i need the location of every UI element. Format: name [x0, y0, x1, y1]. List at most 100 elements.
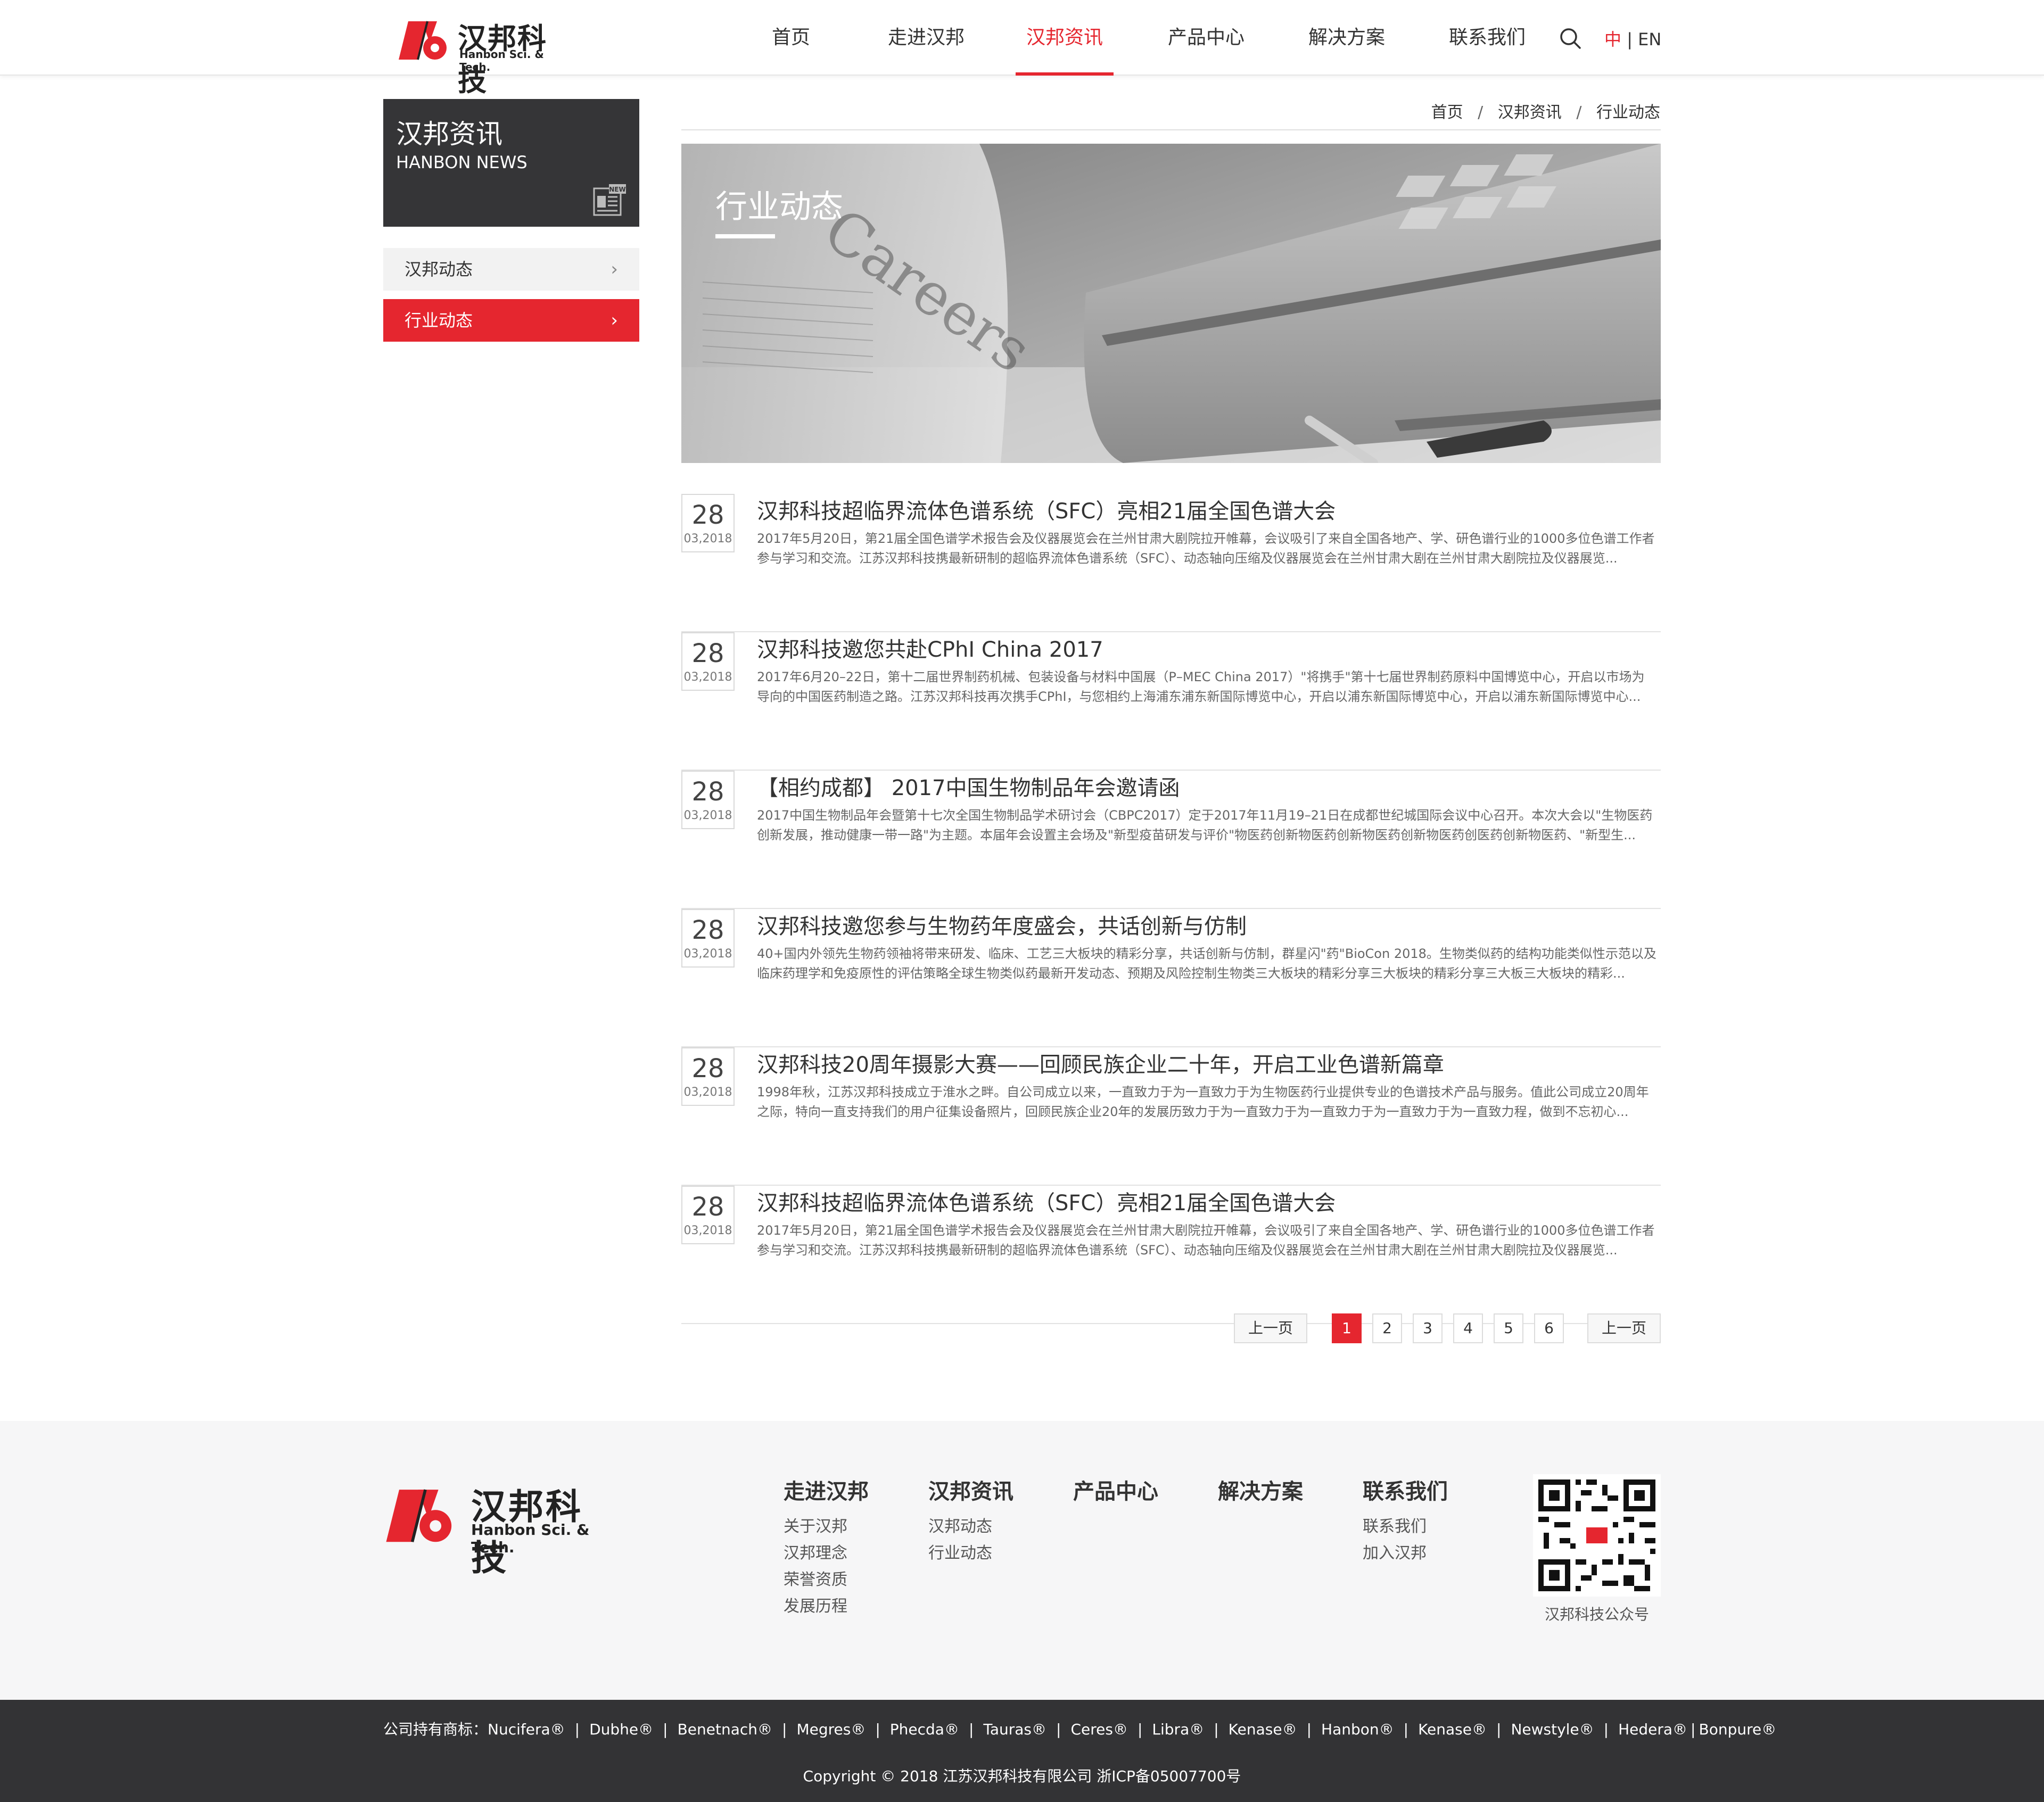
date-month-year: 03,2018: [683, 1224, 732, 1237]
nav-solutions[interactable]: 解决方案: [1304, 0, 1389, 76]
footer-link[interactable]: 加入汉邦: [1363, 1540, 1448, 1567]
footer-link[interactable]: 汉邦理念: [784, 1540, 869, 1567]
trademark-prefix: 公司持有商标：: [383, 1721, 488, 1738]
date-box: 28 03,2018: [681, 909, 735, 968]
footer-link[interactable]: 行业动态: [928, 1540, 1013, 1567]
language-switch: 中 | EN: [1604, 26, 1661, 51]
pagination-page-3[interactable]: 3: [1413, 1313, 1443, 1343]
trademark-item: Phecda®: [889, 1721, 959, 1738]
nav-home[interactable]: 首页: [764, 0, 818, 76]
copyright-text: Copyright © 2018 江苏汉邦科技有限公司 浙ICP备0500770…: [803, 1767, 1241, 1785]
trademark-item: Libra®: [1152, 1721, 1205, 1738]
date-month-year: 03,2018: [683, 947, 732, 961]
footer-column-products: 产品中心: [1073, 1474, 1158, 1514]
news-title[interactable]: 汉邦科技邀您参与生物药年度盛会，共话创新与仿制: [757, 909, 1247, 940]
breadcrumb-current: 行业动态: [1596, 103, 1660, 122]
breadcrumb-news[interactable]: 汉邦资讯: [1498, 103, 1562, 122]
date-day: 28: [691, 500, 724, 530]
footer-column-title[interactable]: 联系我们: [1363, 1474, 1448, 1505]
footer-link[interactable]: 汉邦动态: [928, 1514, 1013, 1540]
date-day: 28: [691, 639, 724, 668]
date-month-year: 03,2018: [683, 671, 732, 684]
breadcrumb-separator: /: [1576, 103, 1582, 122]
nav-contact[interactable]: 联系我们: [1445, 0, 1530, 76]
footer-column-news: 汉邦资讯 汉邦动态 行业动态: [928, 1474, 1013, 1567]
sidebar-item-label: 汉邦动态: [405, 259, 473, 279]
trademark-item: Bonpure®: [1699, 1721, 1777, 1738]
news-summary: 2017年6月20–22日，第十二届世界制药机械、包装设备与材料中国展（P–ME…: [757, 669, 1645, 704]
date-month-year: 03,2018: [683, 532, 732, 545]
date-box: 28 03,2018: [681, 771, 735, 829]
date-day: 28: [691, 915, 724, 945]
footer-column-solutions: 解决方案: [1218, 1474, 1303, 1514]
footer-link[interactable]: 联系我们: [1363, 1514, 1448, 1540]
logo-text-en: Hanbon Sci. & Tech.: [459, 48, 544, 73]
trademark-item: Ceres®: [1070, 1721, 1128, 1738]
news-summary: 1998年秋，江苏汉邦科技成立于淮水之畔。自公司成立以来，一直致力于为一直致力于…: [757, 1085, 1649, 1119]
search-icon[interactable]: [1559, 27, 1582, 50]
pagination-next-button[interactable]: 上一页: [1587, 1313, 1661, 1343]
pagination-prev-button[interactable]: 上一页: [1234, 1313, 1307, 1343]
bottom-bar: 公司持有商标：Nucifera® | Dubhe® | Benetnach® | Megre…: [0, 1700, 2044, 1802]
banner-title-underline: [715, 234, 775, 238]
chevron-right-icon: ›: [611, 310, 618, 331]
news-title[interactable]: 汉邦科技20周年摄影大赛——回顾民族企业二十年，开启工业色谱新篇章: [757, 1047, 1444, 1078]
date-box: 28 03,2018: [681, 632, 735, 691]
trademark-item: Hanbon®: [1321, 1721, 1394, 1738]
news-item[interactable]: 28 03,2018 汉邦科技超临界流体色谱系统（SFC）亮相21届全国色谱大会…: [681, 1186, 1661, 1324]
footer-column-title[interactable]: 产品中心: [1073, 1474, 1158, 1505]
footer-link[interactable]: 荣誉资质: [784, 1567, 869, 1593]
news-item[interactable]: 28 03,2018 汉邦科技邀您参与生物药年度盛会，共话创新与仿制 40+国内…: [681, 909, 1661, 1047]
sidebar-title-cn: 汉邦资讯: [396, 119, 502, 150]
news-summary: 40+国内外领先生物药领袖将带来研发、临床、工艺三大板块的精彩分享，共话创新与仿…: [757, 946, 1656, 981]
breadcrumb-home[interactable]: 首页: [1431, 103, 1463, 122]
qr-code-icon: [1533, 1474, 1661, 1597]
news-summary: 2017中国生物制品年会暨第十七次全国生物制品学术研讨会（CBPC2017）定于…: [757, 808, 1653, 842]
sidebar-item-industry-news[interactable]: 行业动态 ›: [383, 299, 639, 342]
breadcrumb-divider: [681, 129, 1661, 130]
page: 汉邦科技 Hanbon Sci. & Tech. 首页 走进汉邦 汉邦资讯 产品…: [0, 0, 2044, 1802]
sidebar-item-company-news[interactable]: 汉邦动态 ›: [383, 248, 639, 291]
trademark-item: Hedera®: [1618, 1721, 1688, 1738]
nav-about[interactable]: 走进汉邦: [884, 0, 969, 76]
footer-logo[interactable]: 汉邦科技 Hanbon Sci. & Tech.: [383, 1474, 617, 1578]
news-title[interactable]: 汉邦科技超临界流体色谱系统（SFC）亮相21届全国色谱大会: [757, 1186, 1336, 1217]
qr-code-caption: 汉邦科技公众号: [1544, 1606, 1649, 1623]
pagination-page-2[interactable]: 2: [1372, 1313, 1402, 1343]
footer-logo-en: Hanbon Sci. & Tech.: [471, 1521, 590, 1556]
date-box: 28 03,2018: [681, 494, 735, 552]
newspaper-icon-label: NEW: [609, 186, 625, 193]
pagination-page-4[interactable]: 4: [1453, 1313, 1483, 1343]
pagination-page-5[interactable]: 5: [1494, 1313, 1523, 1343]
pagination-page-1[interactable]: 1: [1332, 1313, 1362, 1343]
footer-column-title[interactable]: 汉邦资讯: [928, 1474, 1013, 1505]
lang-en[interactable]: EN: [1638, 29, 1661, 49]
lang-zh[interactable]: 中: [1604, 29, 1621, 49]
news-title[interactable]: 汉邦科技邀您共赴CPhI China 2017: [757, 632, 1103, 663]
footer-link[interactable]: 关于汉邦: [784, 1514, 869, 1540]
trademark-list: 公司持有商标：Nucifera® | Dubhe® | Benetnach® | Megre…: [383, 1721, 1777, 1738]
date-box: 28 03,2018: [681, 1047, 735, 1106]
nav-news[interactable]: 汉邦资讯: [1016, 0, 1114, 76]
footer-column-title[interactable]: 走进汉邦: [784, 1474, 869, 1505]
news-summary: 2017年5月20日，第21届全国色谱学术报告会及仪器展览会在兰州甘肃大剧院拉开…: [757, 531, 1655, 566]
news-item[interactable]: 28 03,2018 汉邦科技邀您共赴CPhI China 2017 2017年…: [681, 632, 1661, 771]
pagination-page-6[interactable]: 6: [1534, 1313, 1564, 1343]
trademark-item: Megres®: [796, 1721, 866, 1738]
trademark-item: Nucifera®: [488, 1721, 565, 1738]
footer-link[interactable]: 发展历程: [784, 1593, 869, 1620]
date-box: 28 03,2018: [681, 1186, 735, 1244]
nav-products[interactable]: 产品中心: [1164, 0, 1249, 76]
breadcrumb: 首页 / 汉邦资讯 / 行业动态: [1431, 99, 1660, 122]
logo-mark-icon: [399, 21, 447, 60]
news-item[interactable]: 28 03,2018 汉邦科技超临界流体色谱系统（SFC）亮相21届全国色谱大会…: [681, 494, 1661, 632]
news-title[interactable]: 汉邦科技超临界流体色谱系统（SFC）亮相21届全国色谱大会: [757, 494, 1336, 525]
news-title[interactable]: 【相约成都】 2017中国生物制品年会邀请函: [757, 771, 1180, 801]
news-item[interactable]: 28 03,2018 汉邦科技20周年摄影大赛——回顾民族企业二十年，开启工业色…: [681, 1047, 1661, 1186]
footer-column-title[interactable]: 解决方案: [1218, 1474, 1303, 1505]
news-item[interactable]: 28 03,2018 【相约成都】 2017中国生物制品年会邀请函 2017中国…: [681, 771, 1661, 909]
chevron-right-icon: ›: [611, 259, 618, 280]
date-day: 28: [691, 777, 724, 807]
site-logo[interactable]: 汉邦科技 Hanbon Sci. & Tech.: [397, 11, 562, 97]
trademark-item: Kenase®: [1418, 1721, 1487, 1738]
